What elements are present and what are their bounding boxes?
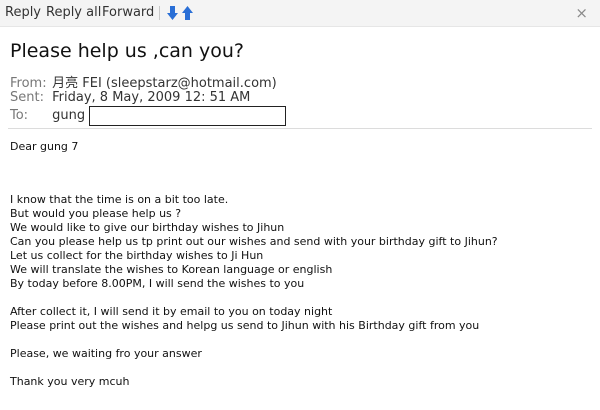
body-line: But would you please help us ? xyxy=(10,207,182,220)
body-line: Can you please help us tp print out our … xyxy=(10,235,498,248)
to-label: To: xyxy=(10,108,29,123)
sent-value: Friday, 8 May, 2009 12: 51 AM xyxy=(52,90,251,105)
body-line: We would like to give our birthday wishe… xyxy=(10,221,285,234)
arrow-up-icon[interactable] xyxy=(182,6,193,20)
reply-button[interactable]: Reply xyxy=(5,5,41,20)
redacted-recipient-box xyxy=(89,106,286,126)
forward-button[interactable]: Forward xyxy=(102,5,154,20)
from-row: From: 月亮 FEI (sleepstarz@hotmail.com) xyxy=(10,72,277,91)
reply-all-button[interactable]: Reply all xyxy=(46,5,101,20)
body-line: By today before 8.00PM, I will send the … xyxy=(10,277,305,290)
greeting-line: Dear gung 7 xyxy=(10,140,79,153)
sent-label: Sent: xyxy=(10,90,44,105)
close-icon[interactable]: × xyxy=(575,4,588,22)
closing-line: Thank you very mcuh xyxy=(10,375,130,388)
to-row: To: gung 7 xyxy=(10,108,98,123)
next-previous-arrows xyxy=(167,6,193,20)
sent-row: Sent: Friday, 8 May, 2009 12: 51 AM xyxy=(10,90,250,105)
message-subject: Please help us ,can you? xyxy=(10,40,244,62)
toolbar-divider xyxy=(159,6,160,20)
header-divider xyxy=(8,128,592,129)
body-line: I know that the time is on a bit too lat… xyxy=(10,193,229,206)
from-value[interactable]: 月亮 FEI (sleepstarz@hotmail.com) xyxy=(52,76,277,91)
body-line: We will translate the wishes to Korean l… xyxy=(10,263,333,276)
mail-toolbar: Reply Reply all Forward × xyxy=(0,0,600,27)
from-label: From: xyxy=(10,76,47,91)
body-line: Please, we waiting fro your answer xyxy=(10,347,202,360)
body-line: Please print out the wishes and helpg us… xyxy=(10,319,480,332)
arrow-down-icon[interactable] xyxy=(167,6,178,20)
body-line: Let us collect for the birthday wishes t… xyxy=(10,249,264,262)
body-line: After collect it, I will send it by emai… xyxy=(10,305,333,318)
